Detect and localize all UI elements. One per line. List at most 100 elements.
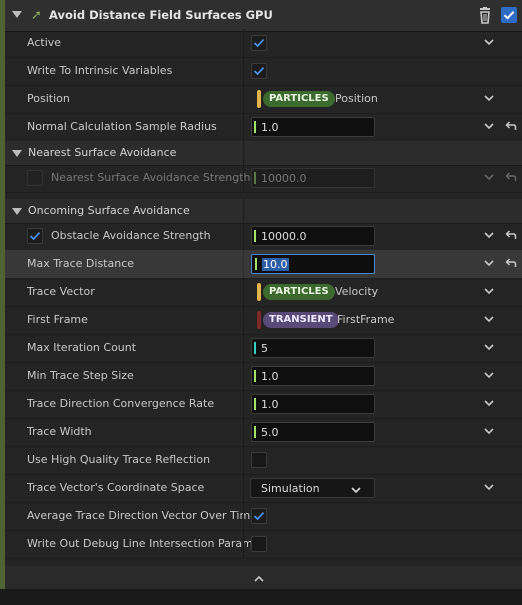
chevron-up-icon[interactable]: [254, 573, 264, 586]
row-label: Write Out Debug Line Intersection Parame: [27, 537, 260, 550]
row-trace-width: Trace Width 5.0: [5, 418, 522, 447]
write-debug-line-checkbox[interactable]: [251, 536, 267, 552]
high-quality-reflection-checkbox[interactable]: [251, 452, 267, 468]
row-high-quality-trace-reflection: Use High Quality Trace Reflection: [5, 446, 522, 475]
collapse-caret-icon[interactable]: [12, 208, 22, 215]
row-min-trace-step-size: Min Trace Step Size 1.0: [5, 362, 522, 391]
max-iteration-count-input[interactable]: 5: [251, 338, 375, 358]
first-frame-binding-value[interactable]: FirstFrame: [337, 313, 394, 326]
position-binding-value[interactable]: Position: [335, 92, 378, 105]
chevron-down-icon: [484, 173, 494, 181]
field-value: 5.0: [261, 426, 279, 439]
convergence-rate-input[interactable]: 1.0: [251, 394, 375, 414]
row-label: Average Trace Direction Vector Over Time: [27, 509, 257, 522]
row-obstacle-avoidance-strength: Obstacle Avoidance Strength 10000.0: [5, 222, 522, 251]
particles-namespace-badge[interactable]: PARTICLES: [263, 91, 335, 107]
row-coordinate-space: Trace Vector's Coordinate Space Simulati…: [5, 474, 522, 503]
active-checkbox[interactable]: [251, 35, 267, 51]
collapse-caret-icon[interactable]: [12, 150, 22, 157]
row-label: Min Trace Step Size: [27, 369, 134, 382]
row-trace-vector: Trace Vector PARTICLES Velocity: [5, 278, 522, 307]
row-label: Max Trace Distance: [27, 257, 135, 270]
obstacle-strength-enable-checkbox[interactable]: [27, 228, 43, 244]
row-normal-sample-radius: Normal Calculation Sample Radius 1.0: [5, 113, 522, 142]
module-arrow-icon: ➚: [31, 8, 42, 23]
chevron-down-icon[interactable]: [484, 231, 494, 239]
row-max-iteration-count: Max Iteration Count 5: [5, 334, 522, 363]
coordinate-space-dropdown[interactable]: Simulation: [250, 478, 375, 498]
dropdown-value: Simulation: [261, 482, 320, 495]
row-label: Write To Intrinsic Variables: [27, 64, 173, 77]
chevron-down-icon[interactable]: [484, 399, 494, 407]
row-label: Trace Vector: [27, 285, 95, 298]
obstacle-strength-input[interactable]: 10000.0: [251, 226, 375, 246]
row-label: Active: [27, 36, 62, 49]
row-label: Normal Calculation Sample Radius: [27, 120, 217, 133]
chevron-down-icon[interactable]: [484, 259, 494, 267]
trace-vector-binding-value[interactable]: Velocity: [335, 285, 378, 298]
nearest-strength-input: 10000.0: [251, 168, 375, 188]
row-write-intrinsic: Write To Intrinsic Variables: [5, 57, 522, 86]
vector-pin-icon: [257, 283, 261, 301]
row-max-trace-distance: Max Trace Distance 10.0: [5, 250, 522, 279]
chevron-down-icon[interactable]: [484, 287, 494, 295]
module-enable-checkbox[interactable]: [501, 7, 517, 23]
vector-pin-icon: [257, 90, 261, 108]
chevron-down-icon[interactable]: [484, 371, 494, 379]
module-title: Avoid Distance Field Surfaces GPU: [49, 8, 273, 22]
field-value: 5: [261, 342, 268, 355]
chevron-down-icon[interactable]: [484, 315, 494, 323]
module-header[interactable]: ➚ Avoid Distance Field Surfaces GPU: [5, 0, 522, 32]
trash-icon[interactable]: [477, 7, 493, 24]
normal-sample-radius-input[interactable]: 1.0: [251, 117, 375, 137]
reset-to-default-icon: [505, 172, 517, 183]
details-panel: ➚ Avoid Distance Field Surfaces GPU Acti…: [5, 0, 522, 589]
collapse-caret-icon[interactable]: [12, 11, 22, 18]
reset-to-default-icon[interactable]: [505, 121, 517, 132]
row-first-frame: First Frame TRANSIENT FirstFrame: [5, 306, 522, 335]
category-nearest-surface-avoidance[interactable]: Nearest Surface Avoidance: [5, 141, 522, 166]
trace-width-input[interactable]: 5.0: [251, 422, 375, 442]
reset-to-default-icon[interactable]: [505, 230, 517, 241]
chevron-down-icon[interactable]: [484, 483, 494, 491]
field-value: 10000.0: [261, 172, 307, 185]
chevron-down-icon[interactable]: [484, 38, 494, 46]
category-oncoming-surface-avoidance[interactable]: Oncoming Surface Avoidance: [5, 199, 522, 224]
min-trace-step-size-input[interactable]: 1.0: [251, 366, 375, 386]
field-value: 1.0: [261, 398, 279, 411]
row-label: First Frame: [27, 313, 88, 326]
row-trace-direction-convergence-rate: Trace Direction Convergence Rate 1.0: [5, 390, 522, 419]
row-label: Trace Vector's Coordinate Space: [27, 481, 205, 494]
average-trace-direction-checkbox[interactable]: [251, 508, 267, 524]
chevron-down-icon[interactable]: [484, 343, 494, 351]
row-write-debug-line: Write Out Debug Line Intersection Parame: [5, 530, 522, 559]
write-intrinsic-checkbox[interactable]: [251, 63, 267, 79]
max-trace-distance-input[interactable]: 10.0: [251, 254, 375, 274]
field-value: 10000.0: [261, 230, 307, 243]
row-label: Obstacle Avoidance Strength: [51, 229, 211, 242]
field-value: 1.0: [261, 121, 279, 134]
reset-to-default-icon[interactable]: [505, 258, 517, 269]
field-value: 1.0: [261, 370, 279, 383]
row-label: Trace Direction Convergence Rate: [27, 397, 215, 410]
row-label: Use High Quality Trace Reflection: [27, 453, 211, 466]
nearest-strength-enable-checkbox[interactable]: [27, 170, 43, 186]
chevron-down-icon: [351, 484, 361, 497]
particles-namespace-badge[interactable]: PARTICLES: [263, 284, 335, 300]
category-label: Oncoming Surface Avoidance: [28, 204, 190, 217]
field-value: 10.0: [262, 258, 289, 271]
category-label: Nearest Surface Avoidance: [28, 146, 177, 159]
row-position: Position PARTICLES Position: [5, 85, 522, 114]
row-label: Max Iteration Count: [27, 341, 137, 354]
row-label: Position: [27, 92, 70, 105]
row-active: Active: [5, 29, 522, 58]
transient-namespace-badge[interactable]: TRANSIENT: [263, 312, 339, 328]
chevron-down-icon[interactable]: [484, 122, 494, 130]
row-nearest-strength: Nearest Surface Avoidance Strength 10000…: [5, 164, 522, 193]
chevron-down-icon[interactable]: [484, 427, 494, 435]
bool-pin-icon: [257, 311, 261, 329]
chevron-down-icon[interactable]: [484, 94, 494, 102]
row-average-trace-direction: Average Trace Direction Vector Over Time: [5, 502, 522, 531]
collapse-footer[interactable]: [5, 566, 522, 589]
row-label: Nearest Surface Avoidance Strength: [51, 171, 251, 184]
